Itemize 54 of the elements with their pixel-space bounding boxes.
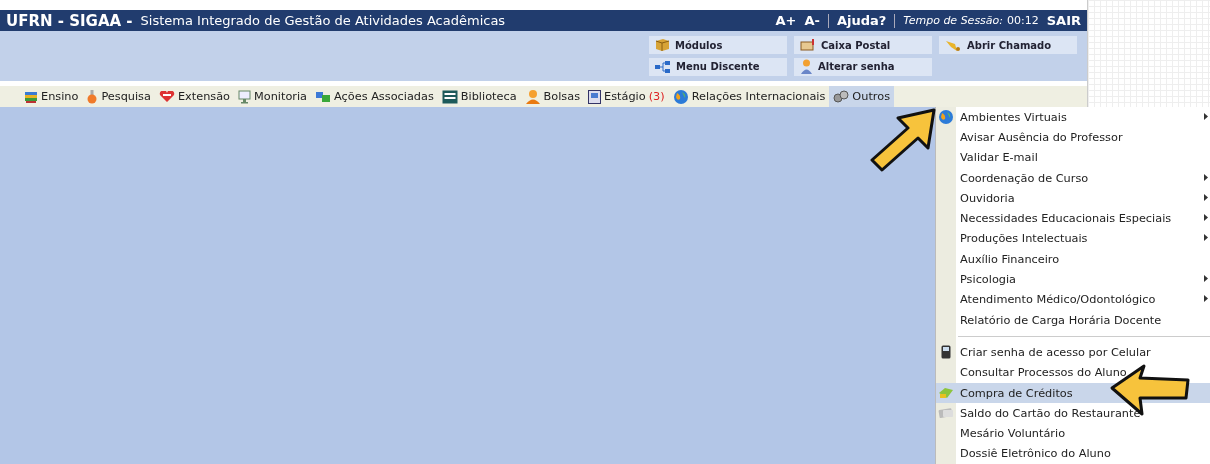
dropdown-item[interactable]: Ambientes Virtuais xyxy=(936,107,1210,128)
dropdown-item[interactable]: Saldo do Cartão do Restaurante xyxy=(936,403,1210,424)
sitemap-icon xyxy=(655,60,671,73)
dropdown-item[interactable]: Atendimento Médico/Odontológico xyxy=(936,289,1210,310)
count-label: (3) xyxy=(648,90,665,103)
box-icon xyxy=(655,38,670,52)
font-smaller-link[interactable]: A- xyxy=(804,13,820,28)
dropdown-item[interactable]: Ouvidoria xyxy=(936,188,1210,209)
dropdown-item[interactable]: Validar E-mail xyxy=(936,147,1210,168)
menu-tab[interactable]: Monitoria xyxy=(234,86,312,107)
dropdown-item[interactable]: Relatório de Carga Horária Docente xyxy=(936,309,1210,331)
dropdown-item[interactable]: Psicologia xyxy=(936,269,1210,290)
dropdown-item[interactable]: Criar senha de acesso por Celular xyxy=(936,342,1210,363)
screen-icon xyxy=(441,89,458,104)
menu-tab[interactable]: Biblioteca xyxy=(437,86,521,107)
id-card-icon xyxy=(588,89,602,104)
puzzle-icon xyxy=(315,89,332,104)
font-larger-link[interactable]: A+ xyxy=(775,13,797,28)
menu-tab[interactable]: Ações Associadas xyxy=(311,86,438,107)
flask-icon xyxy=(86,89,99,104)
menu-tab[interactable]: Bolsas xyxy=(520,86,585,107)
logout-link[interactable]: SAIR xyxy=(1046,13,1081,28)
dropdown-item[interactable]: Mesário Voluntário xyxy=(936,423,1210,444)
quick-link[interactable]: Caixa Postal xyxy=(794,36,932,54)
dropdown-item[interactable]: Auxílio Financeiro xyxy=(936,249,1210,270)
dropdown-item[interactable]: Dossiê Eletrônico do Aluno xyxy=(936,443,1210,464)
menu-tab[interactable]: Relações Internacionais xyxy=(668,86,830,107)
dropdown-item[interactable]: Necessidades Educacionais Especiais xyxy=(936,208,1210,229)
annotation-arrow xyxy=(868,108,938,172)
person-key-icon xyxy=(800,59,813,74)
dropdown-item[interactable]: Consultar Processos do Aluno xyxy=(936,362,1210,383)
heart-icon xyxy=(158,90,175,103)
quick-link[interactable]: Módulos xyxy=(649,36,787,54)
menu-tab[interactable]: Pesquisa xyxy=(82,86,155,107)
help-link[interactable]: Ajuda? xyxy=(836,13,887,28)
dropdown-item[interactable]: Produções Intelectuais xyxy=(936,228,1210,250)
menu-tab[interactable]: Ensino xyxy=(20,86,83,107)
quick-link[interactable]: Abrir Chamado xyxy=(939,36,1077,54)
menu-tab[interactable]: Estágio (3) xyxy=(584,86,669,107)
menu-tab[interactable]: Extensão xyxy=(154,86,235,107)
system-name: Sistema Integrado de Gestão de Atividades Acadêmicas xyxy=(140,13,507,28)
mailbox-icon xyxy=(800,38,816,52)
quick-link[interactable]: Menu Discente xyxy=(649,57,787,76)
brand-title: UFRN - SIGAA - xyxy=(6,11,133,30)
session-time: 00:12 xyxy=(1007,14,1039,27)
dropdown-item[interactable]: Avisar Ausência do Professor xyxy=(936,127,1210,148)
dropdown-item[interactable]: Coordenação de Curso xyxy=(936,167,1210,189)
books-icon xyxy=(24,89,38,104)
menu-tab[interactable]: Outros xyxy=(829,86,895,107)
globe-icon xyxy=(672,88,689,105)
person-icon xyxy=(524,89,541,104)
session-label: Tempo de Sessão: xyxy=(903,14,1003,27)
quick-link[interactable]: Alterar senha xyxy=(794,57,932,76)
monitor-icon xyxy=(238,89,252,104)
